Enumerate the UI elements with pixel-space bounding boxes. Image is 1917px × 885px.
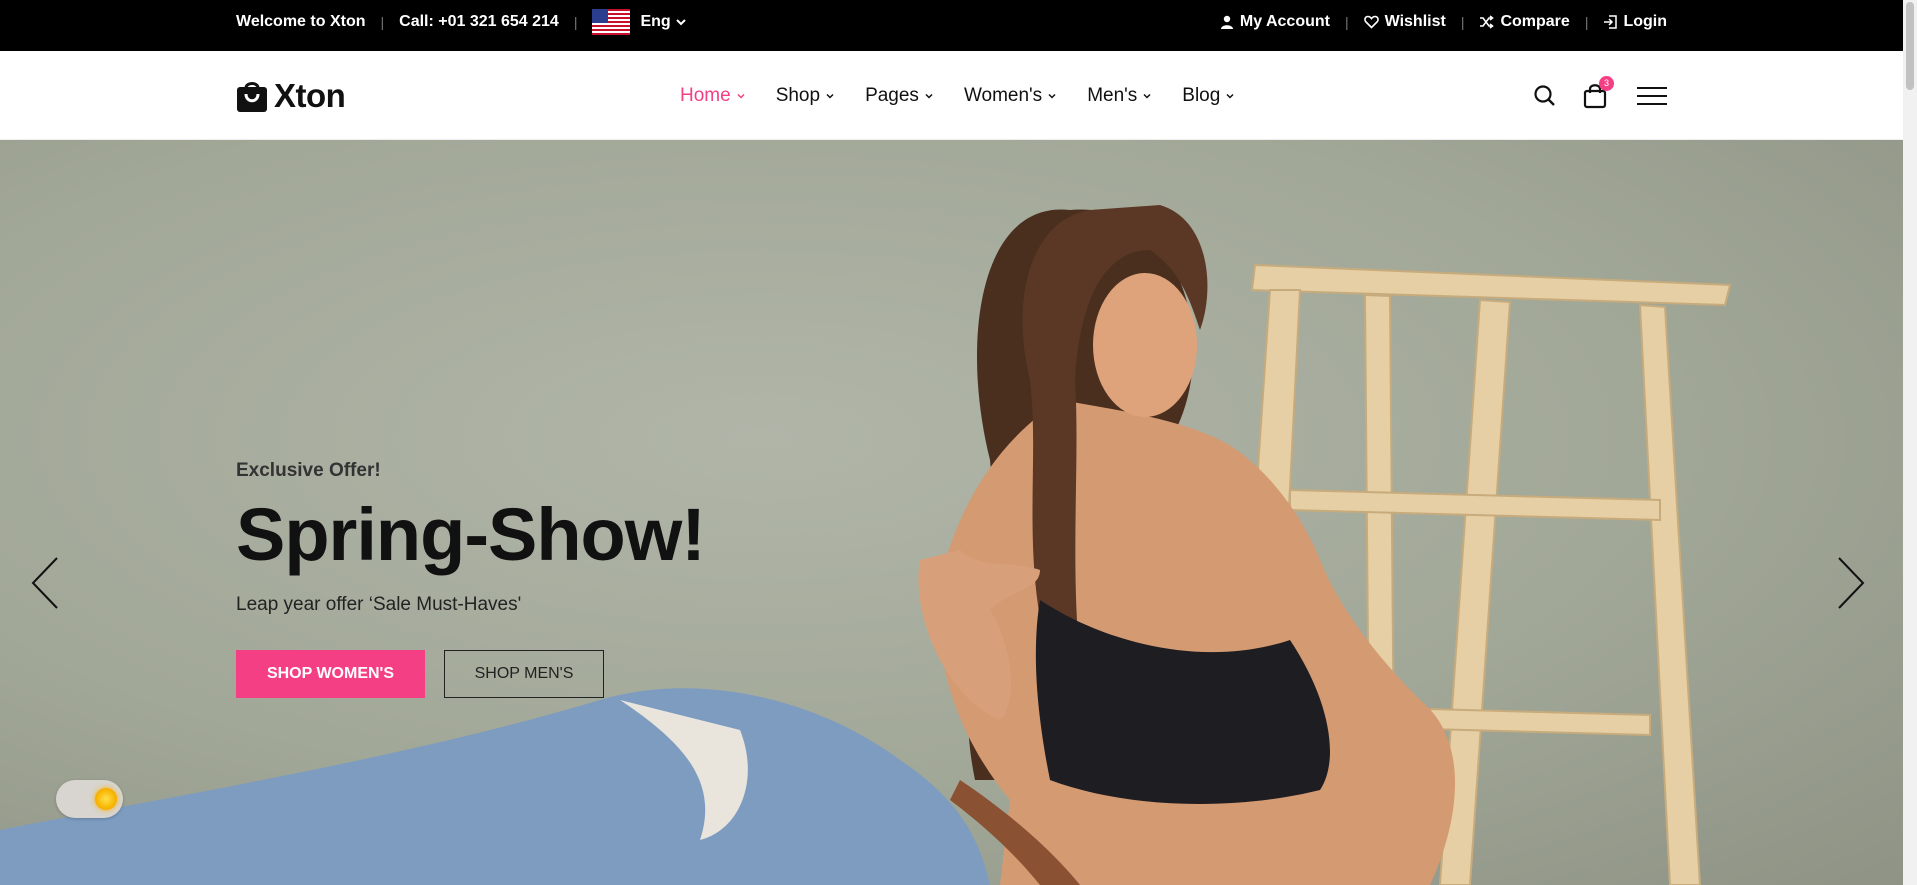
phone-text[interactable]: Call: +01 321 654 214 xyxy=(399,13,559,31)
nav-item-label: Shop xyxy=(775,84,821,106)
main-nav: Home Shop Pages Women's Men's Blog xyxy=(680,51,1265,140)
chevron-right-icon xyxy=(1838,557,1865,609)
top-bar-left: Welcome to Xton | Call: +01 321 654 214 … xyxy=(236,0,687,44)
language-selector[interactable]: Eng xyxy=(592,9,686,35)
search-button[interactable] xyxy=(1533,84,1557,108)
brand-name: Xton xyxy=(274,77,346,114)
welcome-text: Welcome to Xton xyxy=(236,13,366,30)
language-label: Eng xyxy=(640,13,671,30)
hero-kicker: Exclusive Offer! xyxy=(236,460,381,481)
divider: | xyxy=(1344,14,1349,30)
shopping-bag-logo-icon xyxy=(237,82,267,112)
slider-prev-button[interactable] xyxy=(30,555,60,616)
hero-buttons: SHOP WOMEN'S SHOP MEN'S xyxy=(236,649,705,698)
wishlist-label: Wishlist xyxy=(1384,13,1446,30)
us-flag-icon xyxy=(592,9,631,35)
header-actions: 3 xyxy=(1507,51,1667,140)
nav-item-womens[interactable]: Women's xyxy=(964,85,1057,107)
nav-item-label: Home xyxy=(680,84,731,106)
nav-item-label: Pages xyxy=(865,84,919,106)
nav-item-pages[interactable]: Pages xyxy=(865,85,934,107)
divider: | xyxy=(1460,14,1465,30)
cart-button[interactable]: 3 xyxy=(1583,75,1614,109)
nav-item-shop[interactable]: Shop xyxy=(776,85,835,107)
chevron-down-icon xyxy=(925,93,933,99)
nav-item-blog[interactable]: Blog xyxy=(1182,85,1235,107)
chevron-left-icon xyxy=(31,557,58,609)
chevron-down-icon xyxy=(737,93,745,99)
login-icon xyxy=(1604,15,1618,29)
menu-button[interactable] xyxy=(1637,86,1667,106)
login-link[interactable]: Login xyxy=(1603,13,1667,31)
chevron-down-icon xyxy=(826,93,834,99)
user-icon xyxy=(1220,15,1233,29)
search-icon xyxy=(1534,84,1555,106)
shop-womens-button[interactable]: SHOP WOMEN'S xyxy=(236,649,425,698)
chevron-down-icon xyxy=(1048,93,1056,99)
my-account-label: My Account xyxy=(1239,13,1330,30)
wishlist-link[interactable]: Wishlist xyxy=(1363,13,1446,31)
top-bar-right: My Account | Wishlist | Compare | Login xyxy=(1220,0,1667,44)
hero-headline: Spring-Show! xyxy=(236,493,706,576)
hero-slider: Exclusive Offer! Spring-Show! Leap year … xyxy=(0,140,1903,885)
my-account-link[interactable]: My Account xyxy=(1220,13,1330,31)
nav-item-label: Blog xyxy=(1182,84,1221,106)
login-label: Login xyxy=(1623,13,1667,30)
hero-content: Exclusive Offer! Spring-Show! Leap year … xyxy=(236,460,706,698)
divider: | xyxy=(573,14,578,30)
compare-label: Compare xyxy=(1500,13,1570,30)
scrollbar-thumb[interactable] xyxy=(1906,2,1914,90)
chevron-down-icon xyxy=(675,19,686,26)
sun-icon xyxy=(95,788,117,810)
compare-link[interactable]: Compare xyxy=(1479,13,1570,31)
shop-mens-button[interactable]: SHOP MEN'S xyxy=(444,649,604,698)
hamburger-menu-icon xyxy=(1637,86,1667,105)
divider: | xyxy=(380,14,385,30)
nav-item-home[interactable]: Home xyxy=(680,85,746,107)
nav-item-label: Women's xyxy=(963,84,1043,106)
brand-logo[interactable]: Xton xyxy=(236,77,346,115)
slider-next-button[interactable] xyxy=(1836,555,1866,616)
top-bar: Welcome to Xton | Call: +01 321 654 214 … xyxy=(0,0,1903,51)
shuffle-icon xyxy=(1480,15,1495,29)
page-scrollbar[interactable] xyxy=(1903,0,1917,885)
nav-item-mens[interactable]: Men's xyxy=(1087,85,1152,107)
chevron-down-icon xyxy=(1143,93,1151,99)
theme-toggle[interactable] xyxy=(56,780,123,818)
hero-subtitle: Leap year offer ‘Sale Must-Haves' xyxy=(236,593,522,615)
main-header: Xton Home Shop Pages Women's Men's Blog xyxy=(0,51,1903,140)
divider: | xyxy=(1584,14,1589,30)
heart-icon xyxy=(1363,15,1379,29)
chevron-down-icon xyxy=(1226,93,1234,99)
nav-item-label: Men's xyxy=(1087,84,1138,106)
cart-count-badge: 3 xyxy=(1599,75,1614,91)
